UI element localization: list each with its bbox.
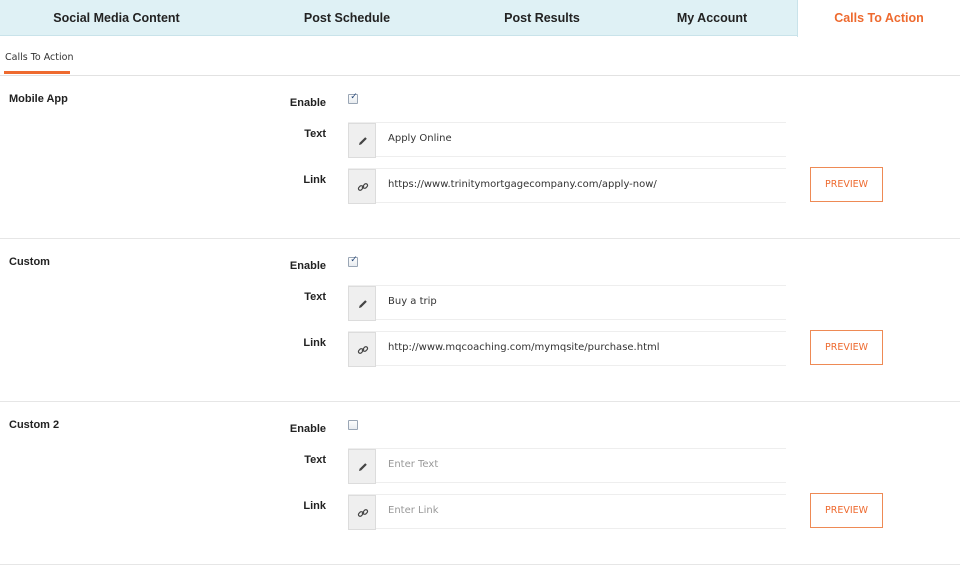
text-input-value: Apply Online	[388, 133, 452, 144]
section-title: Custom	[9, 256, 50, 268]
link-input-value: http://www.mqcoaching.com/mymqsite/purch…	[388, 342, 660, 353]
enable-checkbox[interactable]: ✓	[348, 255, 358, 267]
link-icon	[348, 169, 376, 204]
tab-social-media-content[interactable]: Social Media Content	[0, 0, 233, 36]
active-subtab-indicator	[4, 71, 70, 74]
top-navigation: Social Media Content Post Schedule Post …	[0, 0, 960, 37]
cta-section-mobile-app: Mobile App Enable ✓ Text Apply Online Li…	[0, 76, 960, 239]
text-label: Text	[304, 291, 326, 303]
text-input-value: Buy a trip	[388, 296, 437, 307]
pencil-icon	[348, 123, 376, 158]
enable-label: Enable	[289, 97, 326, 109]
link-field[interactable]: https://www.trinitymortgagecompany.com/a…	[348, 168, 786, 204]
text-input-placeholder: Enter Text	[388, 459, 439, 470]
enable-checkbox[interactable]	[348, 420, 358, 430]
pencil-icon	[348, 286, 376, 321]
cta-section-custom: Custom Enable ✓ Text Buy a trip Link htt…	[0, 239, 960, 402]
link-icon	[348, 495, 376, 530]
link-input-value: https://www.trinitymortgagecompany.com/a…	[388, 179, 657, 190]
text-field[interactable]: Apply Online	[348, 122, 786, 158]
checkmark-icon: ✓	[350, 255, 358, 265]
checkmark-icon: ✓	[350, 92, 358, 102]
preview-button[interactable]: PREVIEW	[810, 330, 883, 365]
link-label: Link	[303, 500, 326, 512]
text-field[interactable]: Buy a trip	[348, 285, 786, 321]
subtab-bar: Calls To Action	[0, 37, 960, 76]
tab-calls-to-action[interactable]: Calls To Action	[797, 0, 960, 37]
preview-button[interactable]: PREVIEW	[810, 167, 883, 202]
tab-my-account[interactable]: My Account	[662, 0, 762, 36]
link-field[interactable]: http://www.mqcoaching.com/mymqsite/purch…	[348, 331, 786, 367]
pencil-icon	[348, 449, 376, 484]
section-title: Mobile App	[9, 93, 68, 105]
enable-label: Enable	[289, 260, 326, 272]
link-input-placeholder: Enter Link	[388, 505, 439, 516]
text-label: Text	[304, 128, 326, 140]
enable-checkbox[interactable]: ✓	[348, 92, 358, 104]
text-label: Text	[304, 454, 326, 466]
link-icon	[348, 332, 376, 367]
enable-label: Enable	[289, 423, 326, 435]
tab-post-results[interactable]: Post Results	[490, 0, 594, 36]
text-field[interactable]: Enter Text	[348, 448, 786, 484]
section-title: Custom 2	[9, 419, 60, 431]
link-label: Link	[303, 174, 326, 186]
preview-button[interactable]: PREVIEW	[810, 493, 883, 528]
link-field[interactable]: Enter Link	[348, 494, 786, 530]
cta-section-custom-2: Custom 2 Enable Text Enter Text Link Ent…	[0, 402, 960, 565]
link-label: Link	[303, 337, 326, 349]
tab-post-schedule[interactable]: Post Schedule	[300, 0, 394, 36]
